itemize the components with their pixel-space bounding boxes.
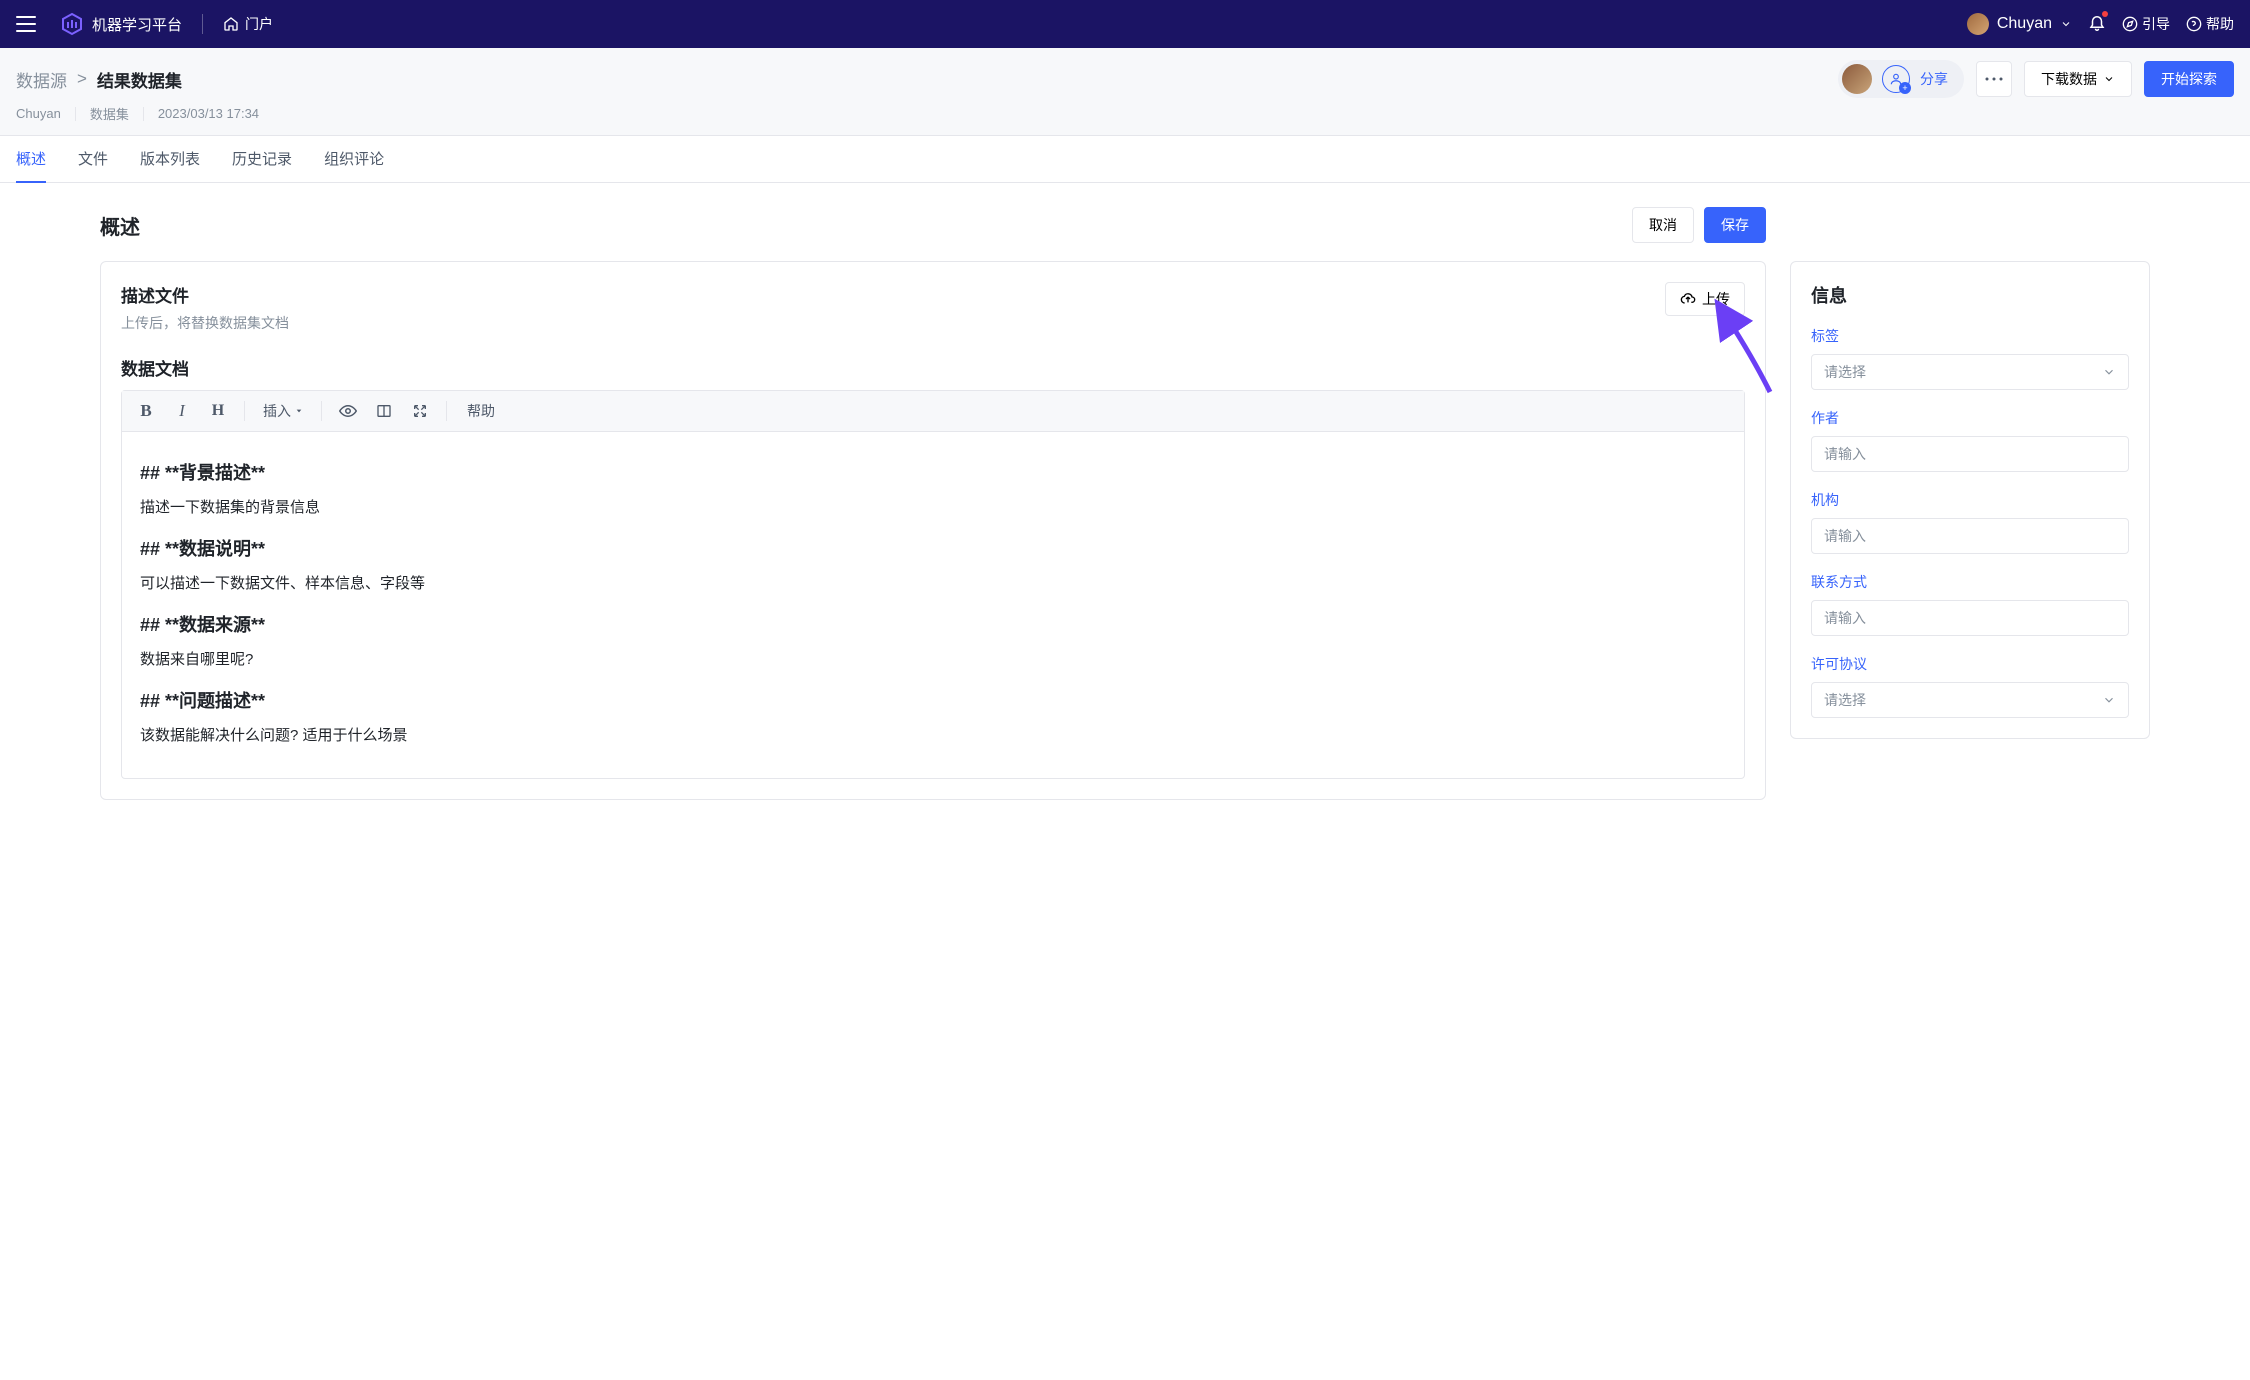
tabs: 概述 文件 版本列表 历史记录 组织评论 (0, 136, 2250, 183)
share-label: 分享 (1920, 69, 1948, 89)
editor-line: ## **问题描述** (140, 686, 1726, 717)
split-view-button[interactable] (368, 397, 400, 425)
desc-file-subtitle: 上传后，将替换数据集文档 (121, 313, 289, 333)
editor-line: 该数据能解决什么问题? 适用于什么场景 (140, 723, 1726, 749)
editor-line: ## **数据来源** (140, 610, 1726, 641)
notifications-button[interactable] (2088, 13, 2106, 36)
editor-textarea[interactable]: ## **背景描述** 描述一下数据集的背景信息 ## **数据说明** 可以描… (122, 432, 1744, 778)
upload-button[interactable]: 上传 (1665, 282, 1745, 316)
explore-button[interactable]: 开始探索 (2144, 61, 2234, 97)
guide-label: 引导 (2142, 14, 2170, 34)
description-card: 描述文件 上传后，将替换数据集文档 上传 数据文档 B I H 插入 (100, 261, 1766, 800)
guide-button[interactable]: 引导 (2122, 14, 2170, 34)
tab-history[interactable]: 历史记录 (232, 136, 292, 183)
license-placeholder: 请选择 (1824, 690, 1866, 710)
more-button[interactable] (1976, 61, 2012, 97)
tab-overview[interactable]: 概述 (16, 136, 46, 183)
tags-placeholder: 请选择 (1824, 362, 1866, 382)
expand-icon (412, 403, 428, 419)
desc-file-title: 描述文件 (121, 282, 289, 307)
portal-label: 门户 (245, 14, 273, 34)
meta-author: Chuyan (16, 106, 61, 121)
heading-button[interactable]: H (202, 397, 234, 425)
contact-input[interactable] (1811, 600, 2129, 636)
chevron-down-icon (2102, 365, 2116, 379)
ellipsis-icon (1985, 77, 2003, 81)
page-header: 数据源 > 结果数据集 + 分享 下载数据 开始探索 (0, 48, 2250, 136)
save-button[interactable]: 保存 (1704, 207, 1766, 243)
help-button[interactable]: 帮助 (2186, 14, 2234, 34)
preview-button[interactable] (332, 397, 364, 425)
editor-line: 数据来自哪里呢? (140, 647, 1726, 673)
user-menu[interactable]: Chuyan (1967, 13, 2072, 35)
editor-help-button[interactable]: 帮助 (457, 401, 505, 421)
logo-icon (60, 12, 84, 36)
compass-icon (2122, 16, 2138, 32)
org-input[interactable] (1811, 518, 2129, 554)
tags-select[interactable]: 请选择 (1811, 354, 2129, 390)
fullscreen-button[interactable] (404, 397, 436, 425)
download-button[interactable]: 下载数据 (2024, 61, 2132, 97)
meta-type: 数据集 (90, 104, 129, 123)
home-icon (223, 16, 239, 32)
share-avatar-icon (1842, 64, 1872, 94)
chevron-down-icon (2102, 693, 2116, 707)
help-icon (2186, 16, 2202, 32)
breadcrumb-separator: > (77, 69, 87, 89)
tab-files[interactable]: 文件 (78, 136, 108, 183)
editor-line: 可以描述一下数据文件、样本信息、字段等 (140, 571, 1726, 597)
share-button[interactable]: + 分享 (1838, 60, 1964, 98)
markdown-editor: B I H 插入 帮助 ## **背景描述** (121, 390, 1745, 779)
download-label: 下载数据 (2041, 69, 2097, 89)
eye-icon (339, 402, 357, 420)
author-label: 作者 (1811, 408, 2129, 428)
upload-icon (1680, 291, 1696, 307)
user-name: Chuyan (1997, 15, 2052, 33)
breadcrumb-current: 结果数据集 (97, 67, 182, 92)
user-avatar-icon (1967, 13, 1989, 35)
columns-icon (376, 403, 392, 419)
top-nav: 机器学习平台 门户 Chuyan 引导 帮助 (0, 0, 2250, 48)
meta-row: Chuyan 数据集 2023/03/13 17:34 (16, 104, 2234, 135)
author-input[interactable] (1811, 436, 2129, 472)
info-card: 信息 标签 请选择 作者 机构 联系方式 许可协议 (1790, 261, 2150, 739)
app-logo[interactable]: 机器学习平台 (60, 12, 182, 36)
content: 概述 取消 保存 描述文件 上传后，将替换数据集文档 上传 数据文档 B (0, 183, 2250, 824)
hamburger-menu[interactable] (16, 16, 36, 32)
editor-line: 描述一下数据集的背景信息 (140, 495, 1726, 521)
license-label: 许可协议 (1811, 654, 2129, 674)
app-title: 机器学习平台 (92, 14, 182, 35)
portal-link[interactable]: 门户 (223, 14, 273, 34)
breadcrumb-parent[interactable]: 数据源 (16, 67, 67, 92)
add-user-icon: + (1882, 65, 1910, 93)
chevron-down-icon (2103, 73, 2115, 85)
contact-label: 联系方式 (1811, 572, 2129, 592)
editor-line: ## **数据说明** (140, 534, 1726, 565)
meta-time: 2023/03/13 17:34 (158, 106, 259, 121)
breadcrumb: 数据源 > 结果数据集 (16, 67, 182, 92)
help-label: 帮助 (2206, 14, 2234, 34)
upload-label: 上传 (1702, 289, 1730, 309)
explore-label: 开始探索 (2161, 69, 2217, 89)
insert-label: 插入 (263, 401, 291, 421)
org-label: 机构 (1811, 490, 2129, 510)
info-title: 信息 (1811, 282, 2129, 308)
editor-toolbar: B I H 插入 帮助 (122, 391, 1744, 432)
tags-label: 标签 (1811, 326, 2129, 346)
license-select[interactable]: 请选择 (1811, 682, 2129, 718)
notification-dot (2102, 11, 2108, 17)
bold-button[interactable]: B (130, 397, 162, 425)
section-title: 概述 (100, 211, 140, 240)
caret-down-icon (295, 407, 303, 415)
chevron-down-icon (2060, 18, 2072, 30)
cancel-button[interactable]: 取消 (1632, 207, 1694, 243)
tab-versions[interactable]: 版本列表 (140, 136, 200, 183)
insert-dropdown[interactable]: 插入 (255, 397, 311, 425)
tab-comments[interactable]: 组织评论 (324, 136, 384, 183)
data-doc-title: 数据文档 (121, 355, 1745, 380)
italic-button[interactable]: I (166, 397, 198, 425)
nav-divider (202, 14, 203, 34)
editor-line: ## **背景描述** (140, 458, 1726, 489)
